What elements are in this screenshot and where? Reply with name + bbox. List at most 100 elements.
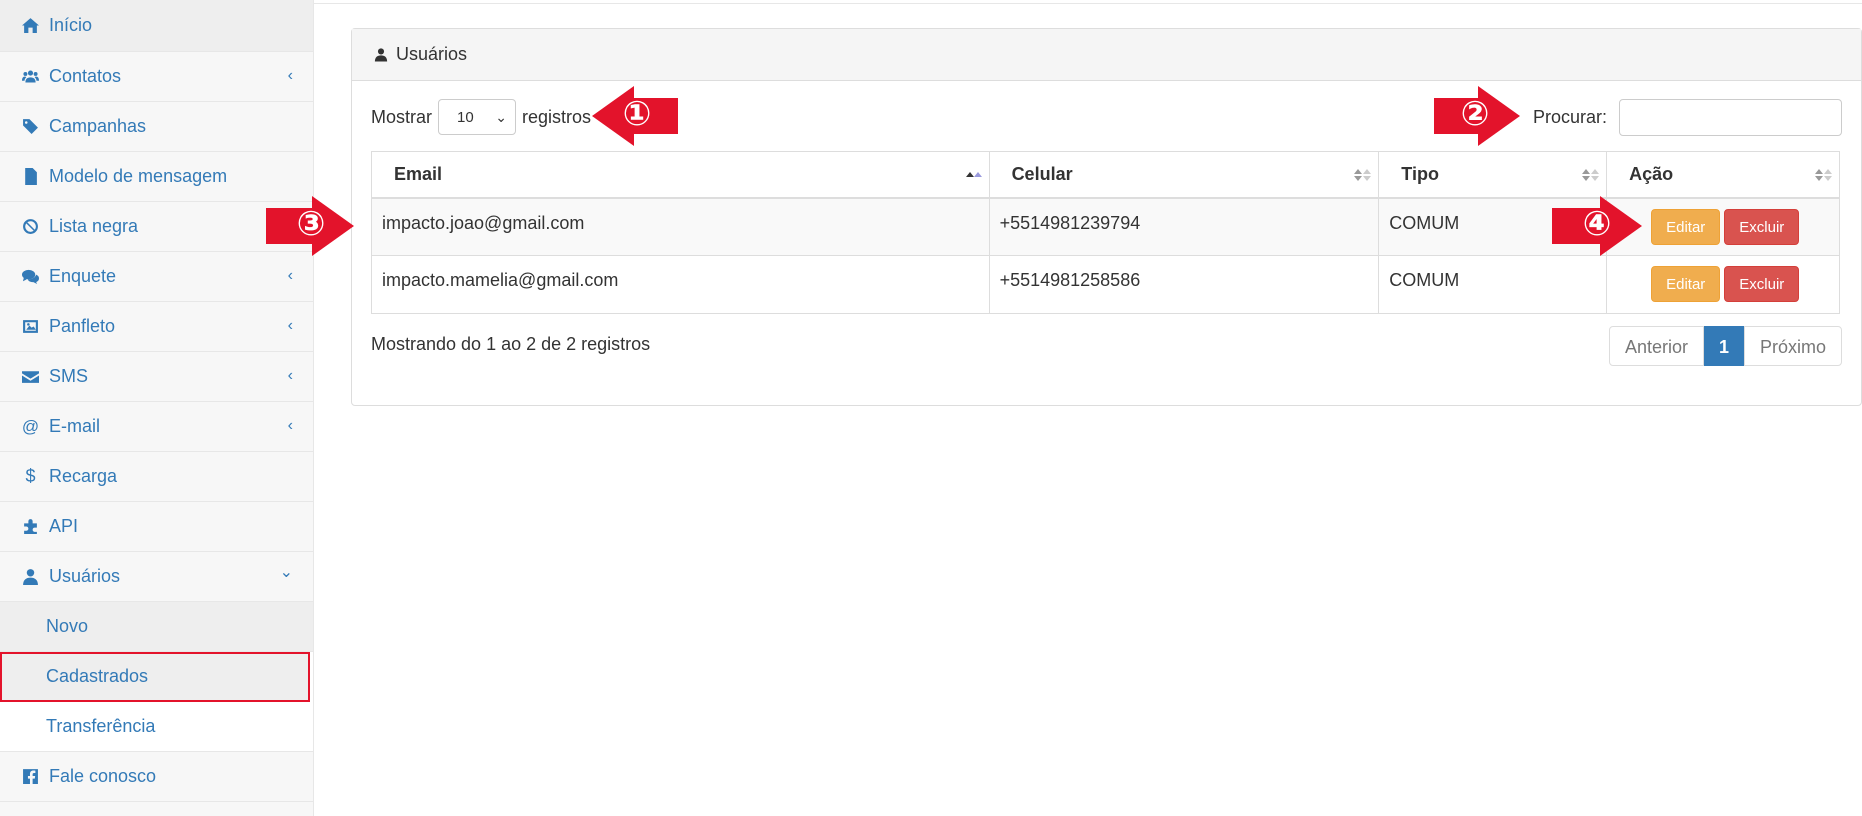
user-icon xyxy=(374,48,388,62)
chevron-left-icon: ‹ xyxy=(287,316,293,334)
annotation-marker: ④ xyxy=(1583,204,1612,244)
sidebar-item-label: Panfleto xyxy=(49,316,116,336)
sidebar-item-label: Lista negra xyxy=(49,216,139,236)
cell-tipo: COMUM xyxy=(1378,255,1608,314)
annotation-arrow-3: ③ xyxy=(266,196,354,256)
column-header-label: Tipo xyxy=(1401,163,1439,184)
search-control: Procurar: xyxy=(1533,99,1842,136)
dollar-icon: $ xyxy=(25,466,36,486)
cell-celular: +5514981239794 xyxy=(988,197,1380,256)
sidebar-item-label: API xyxy=(49,516,79,536)
cell-acao: Editar Excluir xyxy=(1606,255,1840,314)
sidebar-item-email[interactable]: @ E-mail ‹ xyxy=(0,402,313,452)
table-info: Mostrando do 1 ao 2 de 2 registros xyxy=(371,334,651,354)
delete-button[interactable]: Excluir xyxy=(1724,208,1800,245)
records-label: registros xyxy=(522,106,592,127)
sidebar-subitem-transferencia[interactable]: Transferência xyxy=(0,702,313,752)
page-size-control: Mostrar 10 ⌄ registros xyxy=(371,99,591,135)
ban-icon xyxy=(22,218,39,235)
sidebar: Início Contatos ‹ Campanhas Modelo de me… xyxy=(0,0,314,816)
current-page-button[interactable]: 1 xyxy=(1703,326,1744,366)
annotation-arrow-1: ① xyxy=(592,86,678,146)
sidebar-item-fale-conosco[interactable]: Fale conosco xyxy=(0,752,313,802)
show-label: Mostrar xyxy=(371,106,433,127)
home-icon xyxy=(22,17,39,34)
annotation-marker: ③ xyxy=(297,204,326,244)
envelope-icon xyxy=(22,368,39,385)
column-header-label: Ação xyxy=(1629,163,1674,184)
sidebar-item-label: Recarga xyxy=(49,466,118,486)
sidebar-item-enquete[interactable]: Enquete ‹ xyxy=(0,252,313,302)
chevron-left-icon: ‹ xyxy=(287,66,293,84)
sidebar-item-recarga[interactable]: $ Recarga xyxy=(0,452,313,502)
chevron-left-icon: ‹ xyxy=(287,266,293,284)
sidebar-subitem-cadastrados[interactable]: Cadastrados xyxy=(0,652,310,702)
page-size-value: 10 xyxy=(457,108,474,126)
sidebar-item-campanhas[interactable]: Campanhas xyxy=(0,102,313,152)
sidebar-item-label: SMS xyxy=(49,366,89,386)
table-row: impacto.mamelia@gmail.com +5514981258586… xyxy=(371,255,1840,314)
column-header-celular[interactable]: Celular xyxy=(988,151,1380,199)
sidebar-item-label: Modelo de mensagem xyxy=(49,166,228,186)
sidebar-subitem-label: Cadastrados xyxy=(46,666,149,686)
panel-heading: Usuários xyxy=(352,29,1861,81)
sidebar-item-sms[interactable]: SMS ‹ xyxy=(0,352,313,402)
sidebar-item-contatos[interactable]: Contatos ‹ xyxy=(0,52,313,102)
sort-icon xyxy=(1354,169,1372,181)
panel-title: Usuários xyxy=(396,44,468,64)
image-icon xyxy=(22,318,39,335)
sidebar-item-label: Início xyxy=(49,15,93,35)
previous-page-button[interactable]: Anterior xyxy=(1608,326,1704,366)
top-border xyxy=(314,0,1862,4)
sidebar-item-label: Enquete xyxy=(49,266,117,286)
column-header-email[interactable]: Email xyxy=(371,151,990,199)
sort-asc-icon xyxy=(965,172,982,177)
delete-button[interactable]: Excluir xyxy=(1724,266,1800,302)
user-icon xyxy=(22,568,39,585)
sort-icon xyxy=(1815,169,1832,181)
at-icon: @ xyxy=(21,416,40,436)
column-header-acao[interactable]: Ação xyxy=(1606,151,1840,199)
chevron-down-icon: ⌄ xyxy=(279,563,293,581)
users-icon xyxy=(22,68,39,85)
sidebar-subitem-label: Transferência xyxy=(46,716,156,736)
chevron-left-icon: ‹ xyxy=(287,416,293,434)
edit-button[interactable]: Editar xyxy=(1651,208,1721,245)
column-header-label: Email xyxy=(394,163,443,184)
cell-email: impacto.mamelia@gmail.com xyxy=(371,255,990,314)
page-size-select[interactable]: 10 ⌄ xyxy=(438,99,517,135)
sidebar-item-panfleto[interactable]: Panfleto ‹ xyxy=(0,302,313,352)
sidebar-item-inicio[interactable]: Início xyxy=(0,0,313,52)
sidebar-item-api[interactable]: API xyxy=(0,502,313,552)
sidebar-item-label: Contatos xyxy=(49,66,122,86)
search-label: Procurar: xyxy=(1532,107,1607,127)
sort-icon xyxy=(1582,169,1600,181)
annotation-arrow-4: ④ xyxy=(1552,196,1642,256)
chevron-down-icon: ⌄ xyxy=(495,108,508,125)
search-input[interactable] xyxy=(1619,99,1842,136)
sidebar-item-label: Fale conosco xyxy=(49,766,157,786)
edit-button[interactable]: Editar xyxy=(1651,266,1721,302)
cell-celular: +5514981258586 xyxy=(988,255,1380,314)
cell-email: impacto.joao@gmail.com xyxy=(371,197,990,256)
sidebar-subitem-novo[interactable]: Novo xyxy=(0,602,313,652)
column-header-label: Celular xyxy=(1011,163,1073,184)
sidebar-submenu-usuarios: Novo Cadastrados Transferência xyxy=(0,602,313,752)
facebook-icon xyxy=(22,768,39,785)
sidebar-item-label: Campanhas xyxy=(49,116,147,136)
pagination: Anterior 1 Próximo xyxy=(1608,326,1842,366)
annotation-marker: ② xyxy=(1461,94,1490,134)
puzzle-icon xyxy=(22,518,39,535)
annotation-arrow-2: ② xyxy=(1434,86,1520,146)
sidebar-subitem-label: Novo xyxy=(46,616,89,636)
sidebar-item-usuarios[interactable]: Usuários ⌄ xyxy=(0,552,313,602)
table-header-row: Email Celular Tipo Ação xyxy=(371,151,1840,199)
sidebar-item-label: Usuários xyxy=(49,566,121,586)
chevron-left-icon: ‹ xyxy=(287,366,293,384)
next-page-button[interactable]: Próximo xyxy=(1743,326,1842,366)
comments-icon xyxy=(22,268,39,285)
column-header-tipo[interactable]: Tipo xyxy=(1378,151,1608,199)
file-text-icon xyxy=(22,168,39,185)
tag-icon xyxy=(22,118,39,135)
sidebar-item-label: E-mail xyxy=(49,416,101,436)
